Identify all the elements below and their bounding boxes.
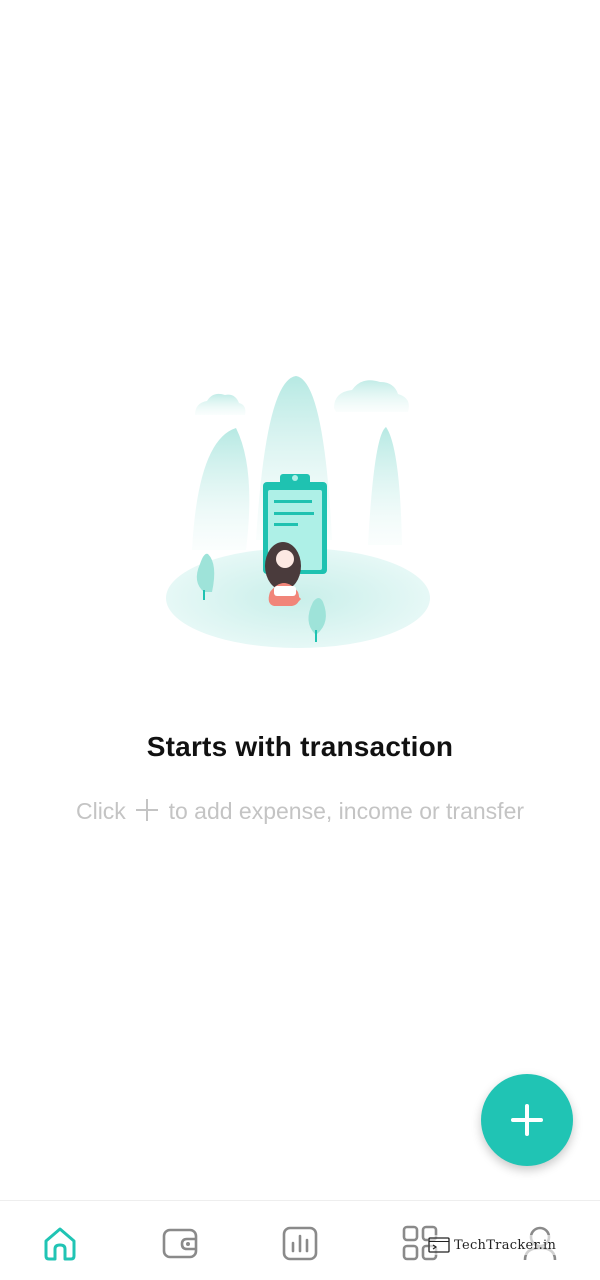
empty-state-subtitle: Click to add expense, income or transfer <box>0 798 600 825</box>
empty-state-title: Starts with transaction <box>146 731 454 762</box>
statistics-icon <box>282 1226 318 1261</box>
add-transaction-button[interactable] <box>481 1074 573 1166</box>
nav-wallet[interactable] <box>160 1223 200 1263</box>
tree-left <box>196 553 215 592</box>
subtitle-text-before: Click <box>75 798 126 824</box>
watermark: TechTracker.in <box>428 1235 557 1255</box>
browser-window-icon <box>428 1237 450 1253</box>
cloud-left <box>195 393 246 415</box>
cloud-right <box>334 380 409 412</box>
subtitle-text-after: to add expense, income or transfer <box>168 798 525 824</box>
empty-transactions-illustration <box>166 376 430 648</box>
mountain-right <box>368 427 402 545</box>
nav-home[interactable] <box>40 1223 80 1263</box>
home-icon <box>44 1227 76 1261</box>
app-screen: Starts with transaction Click to add exp… <box>0 0 600 1280</box>
mountain-left <box>192 428 250 550</box>
wallet-icon <box>162 1228 198 1259</box>
plus-icon <box>136 799 159 821</box>
nav-statistics[interactable] <box>280 1223 320 1263</box>
watermark-text: TechTracker.in <box>454 1237 557 1253</box>
